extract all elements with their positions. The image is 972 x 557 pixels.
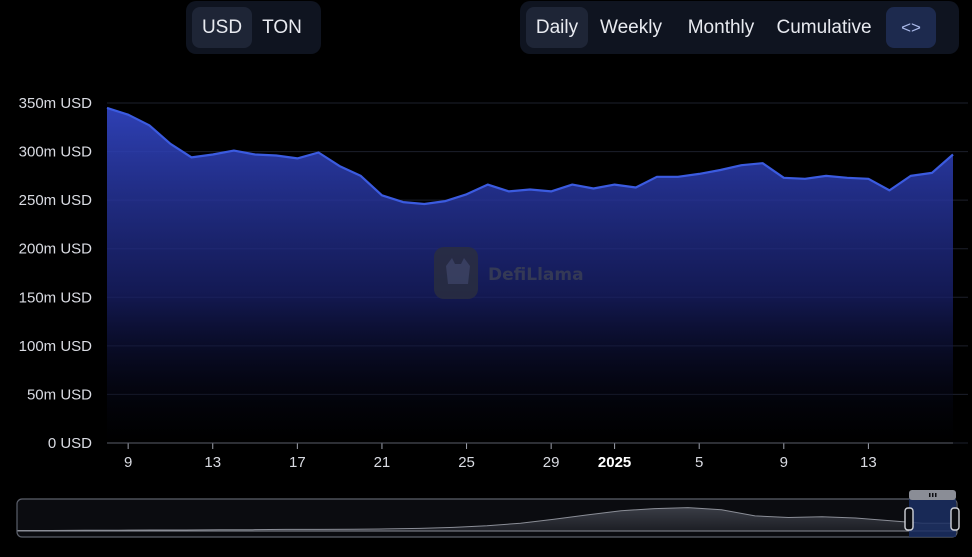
x-tick-label: 21 (374, 454, 391, 471)
y-tick-label: 50m USD (27, 386, 92, 403)
x-tick-label: 9 (124, 454, 132, 471)
x-tick-label: 25 (458, 454, 475, 471)
y-tick-label: 350m USD (19, 95, 93, 112)
handle-grip-icon[interactable] (909, 490, 956, 500)
y-tick-label: 100m USD (19, 338, 93, 355)
x-tick-label: 5 (695, 454, 703, 471)
x-tick-label: 13 (204, 454, 221, 471)
y-axis: 0 USD 50m USD 100m USD 150m USD 200m USD 250m… (19, 95, 93, 452)
area-chart: DefiLlama 0 USD 50m USD 100m USD 150m USD 20… (16, 95, 968, 538)
x-tick-label: 13 (860, 454, 877, 471)
watermark-text: DefiLlama (488, 265, 584, 285)
y-tick-label: 0 USD (48, 435, 92, 452)
x-tick-label: 29 (543, 454, 560, 471)
x-tick-label: 17 (289, 454, 306, 471)
y-tick-label: 250m USD (19, 192, 93, 209)
x-axis: 9 13 17 21 25 29 2025 5 9 13 (107, 442, 953, 471)
x-tick-label: 9 (780, 454, 788, 471)
x-tick-label: 2025 (598, 454, 631, 471)
y-tick-label: 150m USD (19, 289, 93, 306)
navigator-selection[interactable] (909, 499, 956, 537)
range-navigator[interactable] (16, 490, 960, 538)
navigator-left-handle[interactable] (904, 507, 914, 531)
navigator-right-handle[interactable] (950, 507, 960, 531)
y-tick-label: 300m USD (19, 144, 93, 161)
y-tick-label: 200m USD (19, 241, 93, 258)
